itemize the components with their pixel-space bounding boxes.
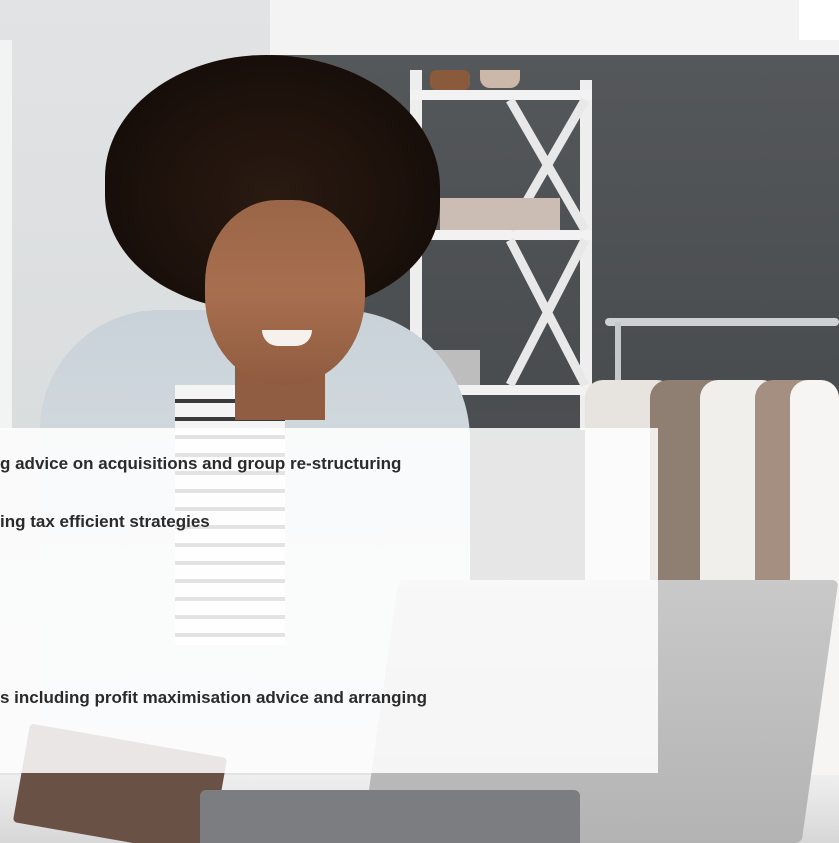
laptop-keyboard xyxy=(200,790,580,843)
services-panel: g advice on acquisitions and group re-st… xyxy=(0,428,658,773)
service-item: s including profit maximisation advice a… xyxy=(0,688,427,707)
top-card xyxy=(270,0,839,55)
service-item: g advice on acquisitions and group re-st… xyxy=(0,454,402,473)
hero-section: g advice on acquisitions and group re-st… xyxy=(0,0,839,843)
top-card-corner xyxy=(799,0,839,40)
clothes-rack-post xyxy=(615,322,621,382)
clothes-rack-bar xyxy=(605,318,839,326)
service-item: ing tax efficient strategies xyxy=(0,512,210,531)
person-face xyxy=(205,200,365,385)
background-wall-edge xyxy=(0,40,12,430)
